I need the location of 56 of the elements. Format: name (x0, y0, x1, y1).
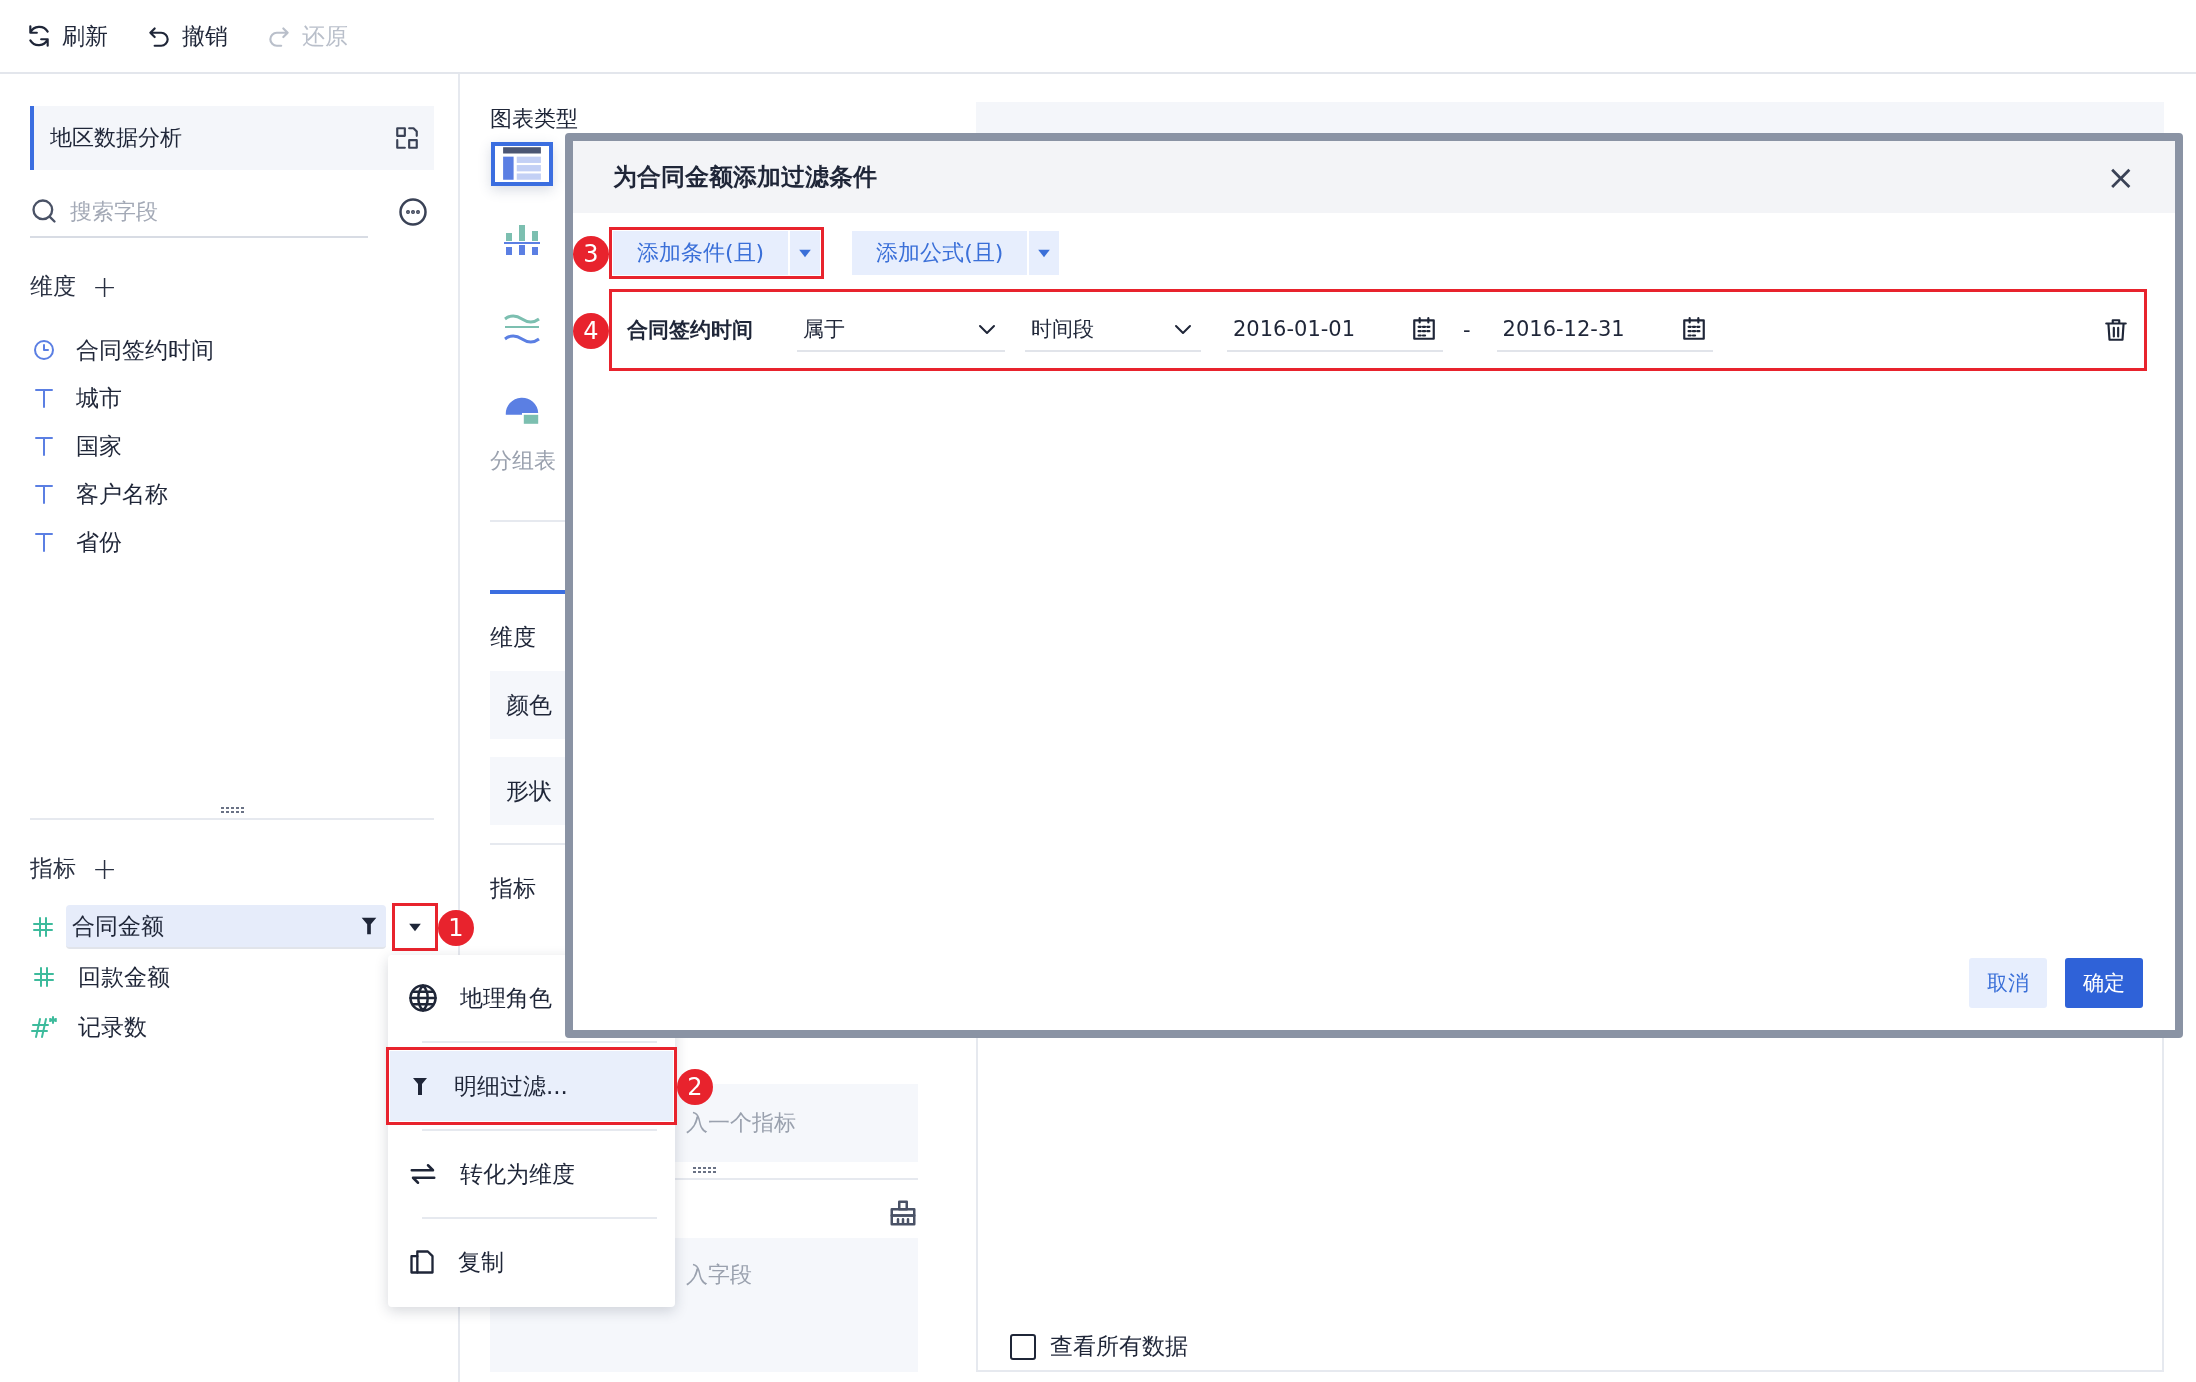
field-item[interactable]: 城市 (76, 382, 122, 414)
drop-hint: 入一个指标 (686, 1109, 796, 1137)
slot-label: 颜色 (506, 690, 552, 720)
menu-item[interactable]: 地理角色 (390, 963, 673, 1033)
search-field[interactable]: 搜索字段 (68, 197, 348, 225)
splitter-handle[interactable] (220, 806, 244, 814)
broom-icon[interactable] (888, 1198, 918, 1228)
select-field[interactable]: 时间段 (1025, 308, 1201, 352)
refresh-button[interactable]: 刷新 (26, 20, 108, 52)
checkbox-label: 查看所有数据 (1050, 1332, 1188, 1361)
section-title: 图表类型 (490, 105, 579, 133)
chart-type-label: 分组表 (490, 447, 557, 475)
table-chart-icon[interactable] (491, 142, 553, 186)
search-icon (30, 197, 58, 225)
field-item[interactable]: 省份 (76, 526, 122, 558)
field-label: 合同金额 (72, 911, 165, 941)
field-item[interactable]: 国家 (76, 430, 122, 462)
add-button[interactable]: 添加公式(且) (852, 231, 1028, 275)
section-title: 维度 (490, 623, 537, 652)
delete-icon[interactable] (2103, 317, 2129, 343)
drop-hint: 入字段 (686, 1261, 752, 1289)
confirm-button[interactable]: 确定 (2065, 958, 2143, 1008)
date-field[interactable]: 2016-01-01 (1227, 308, 1443, 352)
splitter-handle[interactable] (692, 1166, 716, 1174)
dialog-title: 为合同金额添加过滤条件 (613, 162, 877, 193)
dataset-title: 地区数据分析 (50, 124, 182, 152)
step-badge: 2 (677, 1069, 713, 1105)
field-label: 回款金额 (78, 962, 170, 992)
range-separator: - (1463, 318, 1471, 342)
add-button[interactable]: + (92, 268, 118, 304)
step-badge: 1 (438, 910, 474, 946)
close-button[interactable]: × (2106, 157, 2135, 197)
date-field[interactable]: 2016-12-31 (1496, 308, 1713, 352)
switch-dataset-icon[interactable] (394, 125, 420, 151)
measures-title: 指标 (30, 853, 76, 883)
more-icon[interactable] (398, 197, 428, 227)
field-label: 记录数 (78, 1012, 147, 1042)
field-item[interactable]: 合同金额 (66, 905, 387, 949)
field-item[interactable]: 客户名称 (76, 478, 168, 510)
slot-label: 形状 (506, 776, 552, 806)
calendar-icon (1411, 316, 1437, 342)
field-name: 合同签约时间 (627, 317, 754, 344)
dimensions-title: 维度 (30, 271, 76, 301)
hash-icon (30, 1015, 58, 1039)
field-item[interactable]: 合同签约时间 (76, 334, 214, 366)
calendar-icon (1680, 316, 1707, 342)
undo-button[interactable]: 撤销 (146, 20, 228, 52)
checkbox[interactable] (1010, 1333, 1036, 1360)
select-field[interactable]: 属于 (797, 308, 1005, 352)
copy-icon (408, 1248, 436, 1276)
section-title: 指标 (490, 874, 537, 903)
add-button[interactable]: 添加条件(且) (613, 231, 789, 275)
add-button[interactable]: + (92, 850, 118, 886)
refresh-icon (26, 23, 52, 49)
cancel-button[interactable]: 取消 (1969, 958, 2047, 1008)
globe-icon (408, 983, 438, 1013)
